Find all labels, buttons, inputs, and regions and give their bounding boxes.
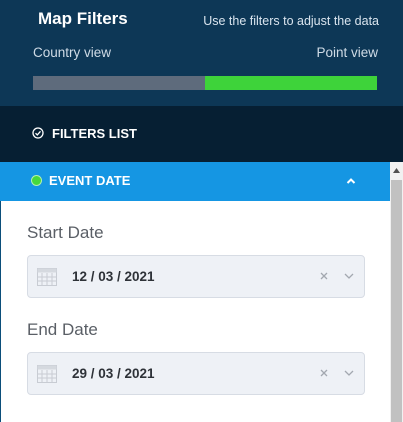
chevron-up-icon[interactable] <box>345 175 357 187</box>
view-toggle[interactable] <box>33 76 377 90</box>
end-date-label: End Date <box>27 320 98 339</box>
scroll-up-button[interactable] <box>390 162 403 179</box>
event-date-label: EVENT DATE <box>49 173 131 188</box>
check-circle-icon <box>32 127 44 139</box>
chevron-down-icon[interactable] <box>343 368 355 378</box>
calendar-icon <box>37 268 57 286</box>
event-date-content: Start Date 12 / 03 / 2021 End Date 29 / … <box>0 201 390 422</box>
point-view-label[interactable]: Point view <box>316 45 378 60</box>
map-filters-panel: Map Filters Use the filters to adjust th… <box>0 0 403 422</box>
start-date-value: 12 / 03 / 2021 <box>72 269 155 284</box>
clear-icon[interactable] <box>318 367 330 379</box>
panel-title: Map Filters <box>38 9 128 28</box>
country-view-segment[interactable] <box>33 76 205 90</box>
start-date-picker[interactable]: 12 / 03 / 2021 <box>27 255 365 298</box>
event-date-accordion-header[interactable]: EVENT DATE <box>0 162 390 201</box>
calendar-icon <box>37 365 57 383</box>
start-date-label: Start Date <box>27 223 104 242</box>
header: Map Filters Use the filters to adjust th… <box>0 0 403 106</box>
end-date-picker[interactable]: 29 / 03 / 2021 <box>27 352 365 395</box>
filters-list-bar[interactable]: FILTERS LIST <box>0 106 403 162</box>
filters-list-label: FILTERS LIST <box>52 126 137 141</box>
panel-subtitle: Use the filters to adjust the data <box>203 14 379 28</box>
chevron-down-icon[interactable] <box>343 271 355 281</box>
scrollbar-thumb[interactable] <box>391 180 402 422</box>
status-dot <box>31 175 42 186</box>
clear-icon[interactable] <box>318 270 330 282</box>
point-view-segment[interactable] <box>205 76 377 90</box>
arrow-up-icon <box>393 168 400 173</box>
end-date-value: 29 / 03 / 2021 <box>72 366 155 381</box>
country-view-label[interactable]: Country view <box>33 45 111 60</box>
